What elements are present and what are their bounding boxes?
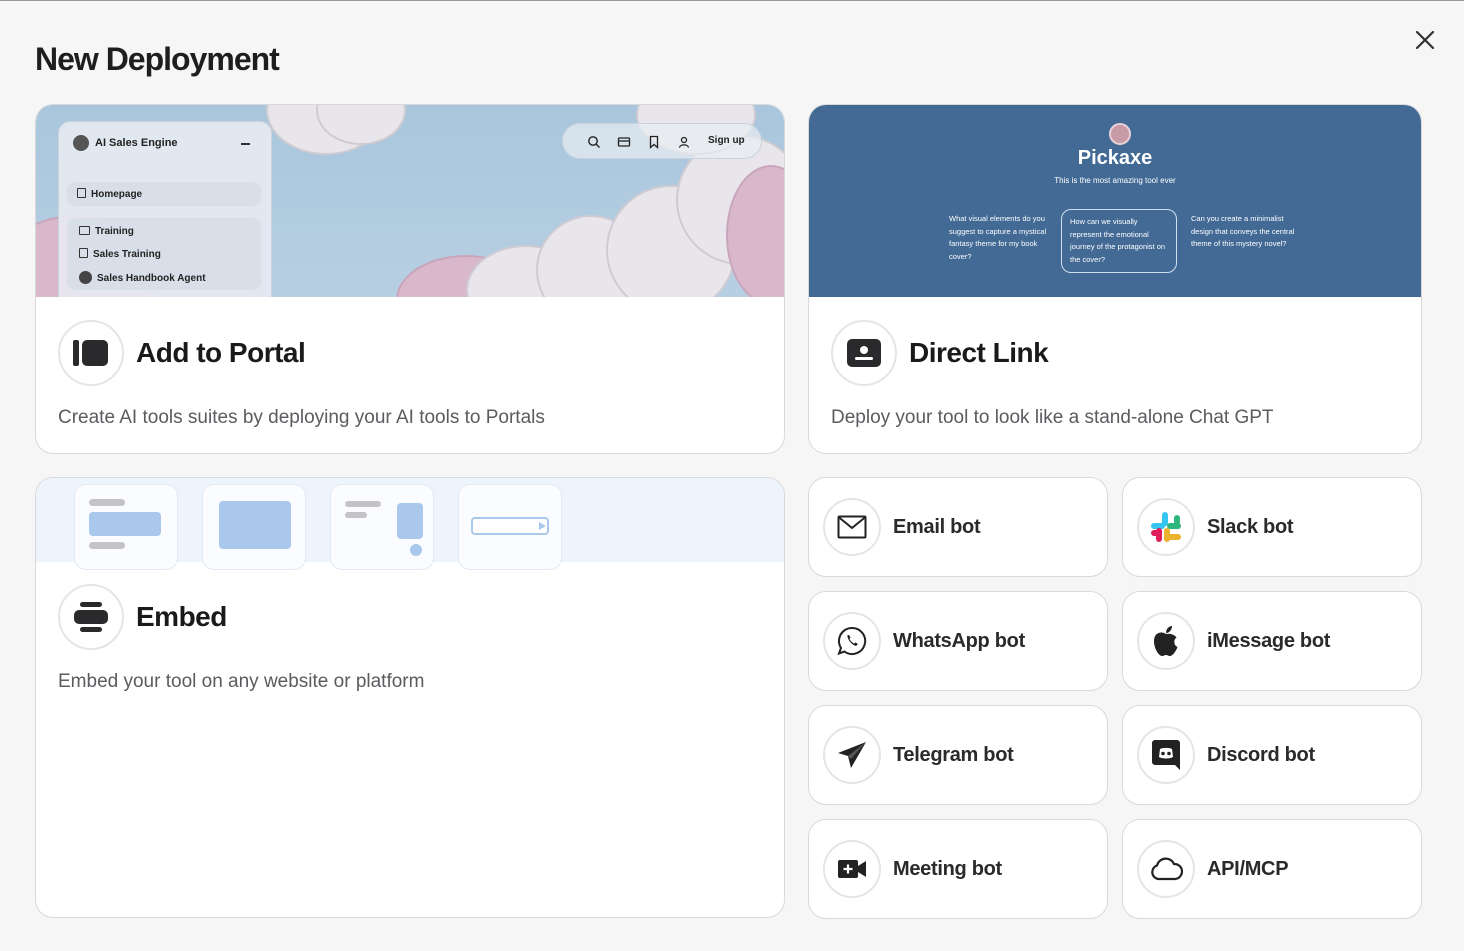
portal-title: Add to Portal [136,337,306,368]
whatsapp-bot-label: WhatsApp bot [893,630,1025,652]
dialog-title: New Deployment [35,41,280,77]
preview-question-selected: How can we visually represent the emotio… [1061,209,1177,273]
paper-plane-icon [838,742,866,768]
imessage-bot-label: iMessage bot [1207,630,1331,652]
new-deployment-dialog: New Deployment AI Sales Engine Homepage … [0,0,1464,951]
bookmark-icon [649,135,659,149]
slack-icon-wrap [1137,498,1195,556]
portal-preview: AI Sales Engine Homepage Training Sales … [36,105,784,297]
meeting-bot-label: Meeting bot [893,858,1002,880]
page-icon [79,248,88,258]
folder-icon [79,226,90,235]
cloud-icon [1151,857,1183,881]
embed-icon-wrap [58,584,124,650]
slack-bot-card[interactable]: Slack bot [1122,477,1422,577]
discord-icon [1152,740,1180,770]
user-icon [678,136,690,148]
meeting-icon-wrap [823,840,881,898]
embed-layout-option [458,484,562,570]
pickaxe-logo-icon [1109,123,1131,145]
api-mcp-label: API/MCP [1207,858,1289,880]
slack-bot-label: Slack bot [1207,516,1294,538]
telegram-bot-card[interactable]: Telegram bot [808,705,1108,805]
preview-tagline: This is the most amazing tool ever [1054,176,1176,185]
portal-item-sales-training: Sales Training [93,249,161,260]
portal-sidebar-preview: AI Sales Engine Homepage Training Sales … [58,121,272,297]
email-bot-label: Email bot [893,516,981,538]
apple-icon [1154,626,1178,656]
whatsapp-icon [837,626,867,656]
direct-link-icon [847,339,881,367]
portal-item-homepage: Homepage [91,189,143,200]
preview-question: Can you create a minimalist design that … [1191,214,1295,248]
portal-item-training: Training [95,226,134,237]
page-icon [77,188,86,198]
direct-link-icon-wrap [831,320,897,386]
direct-link-description: Deploy your tool to look like a stand-al… [831,407,1274,428]
agent-avatar-icon [79,271,92,284]
preview-tool-name: Pickaxe [1077,147,1153,169]
email-bot-card[interactable]: Email bot [808,477,1108,577]
preview-question: What visual elements do you suggest to c… [949,214,1047,261]
whatsapp-bot-card[interactable]: WhatsApp bot [808,591,1108,691]
embed-icon [74,602,108,632]
portal-app-name: AI Sales Engine [95,136,178,149]
portal-description: Create AI tools suites by deploying your… [58,407,545,428]
embed-description: Embed your tool on any website or platfo… [58,671,425,692]
embed-title: Embed [136,601,227,632]
embed-layout-option [202,484,306,570]
portal-icon-wrap [58,320,124,386]
api-mcp-card[interactable]: API/MCP [1122,819,1422,919]
apple-icon-wrap [1137,612,1195,670]
direct-link-title: Direct Link [909,337,1049,368]
discord-bot-card[interactable]: Discord bot [1122,705,1422,805]
card-icon [617,137,631,147]
direct-link-preview: Pickaxe This is the most amazing tool ev… [809,105,1421,297]
slack-icon [1151,512,1181,542]
portal-item-sales-handbook-agent: Sales Handbook Agent [97,273,206,284]
whatsapp-icon-wrap [823,612,881,670]
embed-preview [36,478,784,570]
envelope-icon [837,515,867,539]
meeting-bot-card[interactable]: Meeting bot [808,819,1108,919]
telegram-icon-wrap [823,726,881,784]
video-camera-icon [838,860,866,878]
close-icon[interactable] [1410,25,1440,55]
search-icon [588,136,600,148]
embed-layout-option [74,484,178,570]
telegram-bot-label: Telegram bot [893,744,1014,766]
add-to-portal-card[interactable]: AI Sales Engine Homepage Training Sales … [35,104,785,454]
imessage-bot-card[interactable]: iMessage bot [1122,591,1422,691]
discord-bot-label: Discord bot [1207,744,1315,766]
discord-icon-wrap [1137,726,1195,784]
avatar-icon [73,135,89,151]
embed-card[interactable]: Embed Embed your tool on any website or … [35,477,785,918]
portal-topbar-preview: Sign up [562,123,762,159]
email-icon-wrap [823,498,881,556]
portal-icon [73,340,108,366]
collapse-icon [241,143,250,145]
signup-link: Sign up [708,135,745,146]
cloud-icon-wrap [1137,840,1195,898]
direct-link-card[interactable]: Pickaxe This is the most amazing tool ev… [808,104,1422,454]
embed-layout-option [330,484,434,570]
